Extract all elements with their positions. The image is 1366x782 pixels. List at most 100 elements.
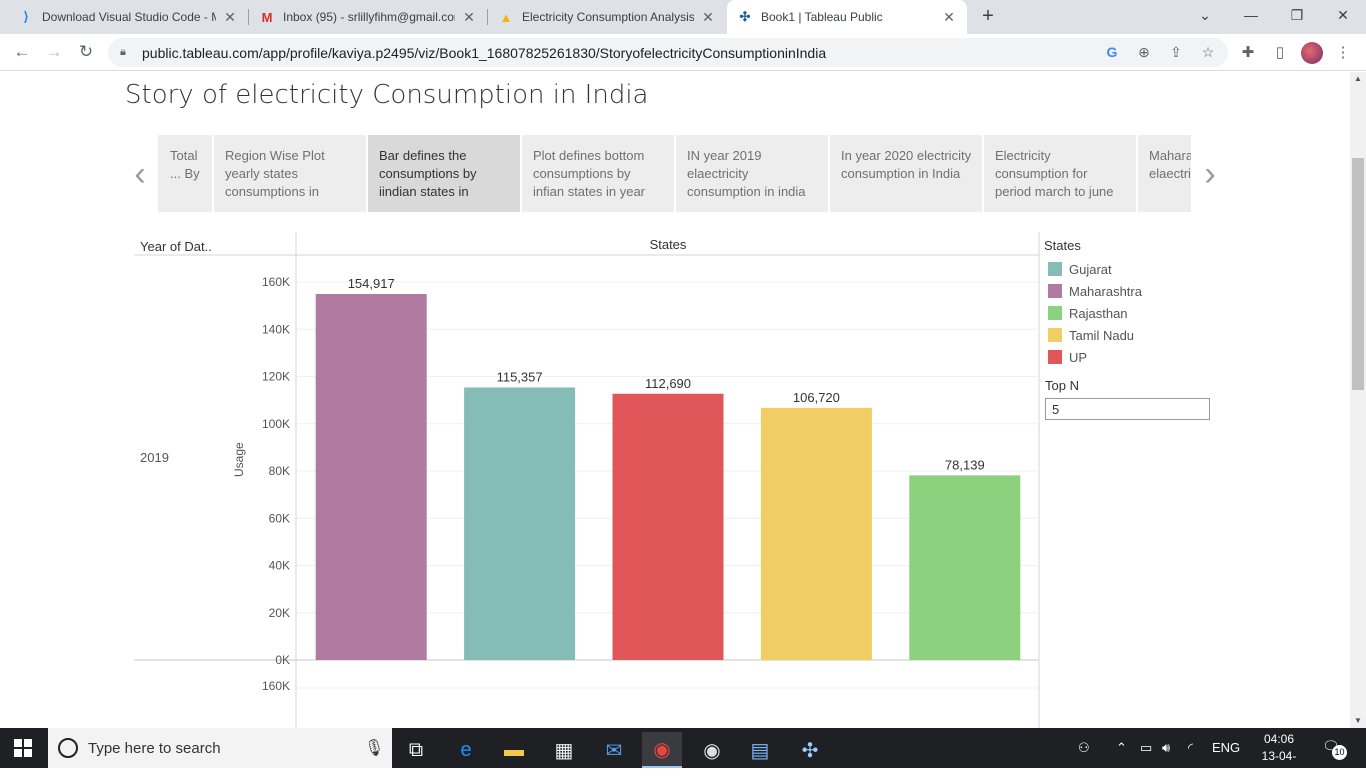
tab-gmail[interactable]: M Inbox (95) - srlillyfihm@gmail.com ✕ [249, 0, 487, 34]
scroll-up-icon[interactable]: ▲ [1350, 72, 1366, 86]
menu-kebab-icon[interactable]: ⋮ [1332, 42, 1354, 64]
notification-count: 10 [1332, 745, 1347, 760]
close-window-button[interactable]: ✕ [1320, 0, 1366, 34]
y-tick-label: 20K [269, 606, 290, 620]
language-indicator[interactable]: ENG [1212, 728, 1240, 768]
tab-title: Inbox (95) - srlillyfihm@gmail.com [283, 10, 455, 24]
legend-label: Tamil Nadu [1069, 327, 1135, 343]
task-view-icon[interactable]: ⧉ [396, 732, 436, 768]
clock-date: 13-04-2023 [1261, 749, 1297, 780]
back-icon[interactable]: ← [10, 40, 34, 64]
bar-chart: Year of Dat.. States 2019 Usage 160K 0K 2… [134, 232, 1040, 728]
y-tick-label: 140K [262, 322, 290, 336]
y-tick-label: 0K [275, 653, 290, 667]
story-point[interactable]: Maharashtra highest elaectricity [1138, 135, 1191, 212]
extensions-icon[interactable]: ✚ [1237, 42, 1259, 64]
minimize-button[interactable]: — [1228, 0, 1274, 34]
side-panel-icon[interactable]: ▯ [1269, 42, 1291, 64]
address-bar[interactable]: 🔒︎ public.tableau.com/app/profile/kaviya… [108, 38, 1228, 67]
battery-icon[interactable]: ▭ [1140, 728, 1152, 768]
legend-item-up[interactable]: UP [1048, 349, 1087, 365]
legend-item-rajasthan[interactable]: Rajasthan [1048, 305, 1128, 321]
legend-swatch [1048, 350, 1062, 364]
restore-button[interactable]: ❐ [1274, 0, 1320, 34]
legend-label: Gujarat [1069, 261, 1112, 277]
wifi-icon[interactable]: ◜ [1188, 728, 1193, 768]
taskbar-search-box[interactable]: Type here to search 🎙︎ [48, 728, 392, 768]
y-tick-label-second-pane: 160K [262, 679, 290, 693]
forward-icon[interactable]: → [42, 40, 66, 64]
windows-taskbar: Type here to search 🎙︎ ⧉ e ▬ ▦ ✉ ◉ ◉ ▤ ✣… [0, 728, 1366, 780]
y-tick-label: 80K [269, 464, 290, 478]
lock-icon[interactable]: 🔒︎ [120, 46, 134, 59]
bar-tamil-nadu[interactable] [760, 407, 872, 660]
bars [315, 294, 1021, 660]
close-icon[interactable]: ✕ [941, 9, 957, 26]
people-icon[interactable]: ⚇ [1078, 728, 1090, 768]
y-axis-ticks: 0K 20K 40K 60K 80K 100K 120K 140K 160K [262, 275, 290, 667]
legend-label: UP [1069, 349, 1088, 365]
google-icon[interactable]: G [1102, 42, 1122, 62]
tray-chevron-icon[interactable]: ⌃ [1116, 728, 1127, 768]
tab-title: Book1 | Tableau Public [761, 10, 883, 24]
volume-icon[interactable]: 🔊︎ [1162, 728, 1170, 768]
chrome-profile-icon[interactable]: ◉ [692, 732, 732, 768]
bar-up[interactable] [612, 393, 724, 660]
chevron-right-icon[interactable]: › [1198, 154, 1222, 194]
y-tick-label: 120K [262, 370, 290, 384]
y-tick-label: 40K [269, 559, 290, 573]
file-explorer-icon[interactable]: ▬ [494, 732, 534, 768]
legend-item-tamil-nadu[interactable]: Tamil Nadu [1048, 327, 1134, 343]
notification-icon[interactable]: 🗨︎ 10 [1322, 738, 1348, 760]
bar-value-label: 106,720 [793, 390, 840, 405]
drive-icon: ▲ [499, 9, 513, 25]
gmail-icon: M [261, 9, 273, 25]
taskbar-clock[interactable]: 04:06 13-04-2023 [1252, 731, 1306, 782]
search-icon [58, 738, 78, 758]
reload-icon[interactable]: ↻ [74, 40, 98, 64]
legend-swatch [1048, 284, 1062, 298]
scroll-thumb[interactable] [1352, 158, 1364, 390]
legend-item-gujarat[interactable]: Gujarat [1048, 261, 1112, 277]
tableau-page: Story of electricity Consumption in Indi… [0, 72, 1350, 728]
legend-title: States [1044, 238, 1081, 253]
microphone-icon[interactable]: 🎙︎ [364, 738, 384, 758]
topn-label: Top N [1045, 378, 1079, 393]
tab-vscode[interactable]: ⟩ Download Visual Studio Code - M ✕ [8, 0, 248, 34]
tab-drive[interactable]: ▲ Electricity Consumption Analysis ✕ [488, 0, 726, 34]
windows-start-icon[interactable] [14, 739, 32, 757]
legend-item-maharashtra[interactable]: Maharashtra [1048, 283, 1142, 299]
bar-rajasthan[interactable] [909, 475, 1021, 660]
edge-icon[interactable]: e [446, 732, 486, 768]
scroll-down-icon[interactable]: ▼ [1350, 714, 1366, 728]
close-icon[interactable]: ✕ [461, 9, 477, 26]
chrome-icon[interactable]: ◉ [642, 732, 682, 768]
clock-time: 04:06 [1263, 732, 1295, 746]
store-icon[interactable]: ▦ [544, 732, 584, 768]
tableau-app-icon[interactable]: ✣ [790, 732, 830, 768]
tab-tableau[interactable]: ✣ Book1 | Tableau Public ✕ [727, 0, 967, 34]
legend-swatch [1048, 306, 1062, 320]
bar-maharashtra[interactable] [315, 294, 427, 660]
bookmark-star-icon[interactable]: ☆ [1198, 42, 1218, 62]
url-text: public.tableau.com/app/profile/kaviya.p2… [142, 44, 827, 61]
new-tab-button[interactable]: + [976, 4, 1000, 28]
bar-value-label: 78,139 [945, 457, 985, 472]
profile-avatar[interactable] [1301, 42, 1323, 64]
mail-icon[interactable]: ✉ [594, 732, 634, 768]
bar-gujarat[interactable] [464, 387, 576, 660]
browser-tab-strip: ⟩ Download Visual Studio Code - M ✕ M In… [0, 0, 1366, 34]
zoom-icon[interactable]: ⊕ [1134, 42, 1154, 62]
share-icon[interactable]: ⇪ [1166, 42, 1186, 62]
bar-value-label: 112,690 [645, 376, 691, 391]
close-icon[interactable]: ✕ [222, 9, 238, 26]
tab-search-icon[interactable]: ⌄ [1182, 0, 1228, 34]
close-icon[interactable]: ✕ [700, 9, 716, 26]
page-scrollbar[interactable]: ▲ ▼ [1350, 72, 1366, 728]
topn-input[interactable]: 5 [1045, 398, 1210, 420]
legend-label: Rajasthan [1069, 305, 1128, 321]
remote-desktop-icon[interactable]: ▤ [740, 732, 780, 768]
search-placeholder: Type here to search [88, 739, 221, 757]
y-tick-label: 160K [262, 275, 290, 289]
year-label: 2019 [140, 450, 169, 465]
